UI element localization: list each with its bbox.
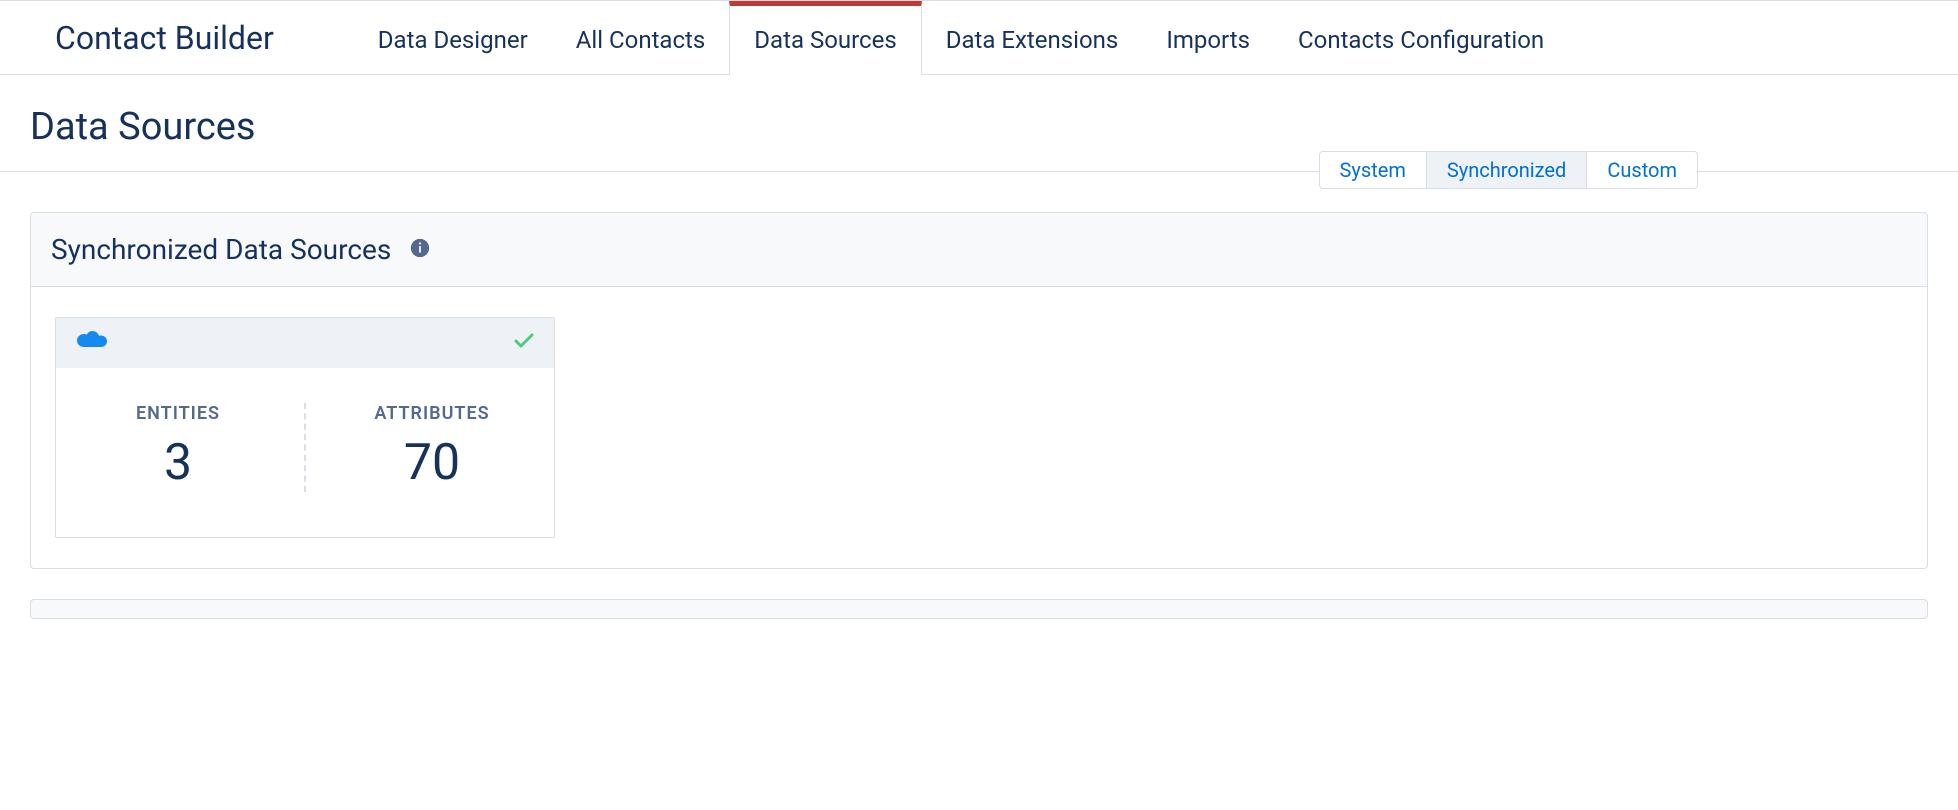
- subtab-label: System: [1340, 158, 1406, 182]
- stat-divider: [304, 403, 306, 492]
- nav-tabs: Data Designer All Contacts Data Sources …: [354, 1, 1568, 74]
- panel-title: Synchronized Data Sources: [51, 233, 391, 266]
- subtab-label: Custom: [1607, 158, 1677, 182]
- nav-tab-label: Imports: [1166, 26, 1250, 54]
- subtab-custom[interactable]: Custom: [1586, 152, 1697, 188]
- nav-tab-label: Data Designer: [378, 26, 528, 54]
- subtab-label: Synchronized: [1447, 158, 1566, 182]
- nav-tab-data-designer[interactable]: Data Designer: [354, 1, 552, 74]
- page-header: Data Sources System Synchronized Custom: [0, 75, 1958, 172]
- nav-tab-contacts-configuration[interactable]: Contacts Configuration: [1274, 1, 1568, 74]
- nav-tab-label: Contacts Configuration: [1298, 26, 1544, 54]
- nav-tab-label: Data Extensions: [946, 26, 1119, 54]
- lower-panel: [30, 599, 1928, 619]
- nav-tab-data-extensions[interactable]: Data Extensions: [922, 1, 1143, 74]
- salesforce-cloud-icon: [74, 329, 110, 357]
- attributes-label: ATTRIBUTES: [310, 403, 554, 424]
- sub-tabs: System Synchronized Custom: [1319, 151, 1698, 189]
- entities-label: ENTITIES: [56, 403, 300, 424]
- nav-tab-all-contacts[interactable]: All Contacts: [552, 1, 730, 74]
- top-nav-bar: Contact Builder Data Designer All Contac…: [0, 0, 1958, 75]
- info-icon[interactable]: [409, 237, 431, 263]
- page-title: Data Sources: [30, 105, 1958, 149]
- content-area: Synchronized Data Sources: [0, 172, 1958, 639]
- attributes-stat: ATTRIBUTES 70: [310, 403, 554, 492]
- entities-stat: ENTITIES 3: [56, 403, 300, 492]
- nav-tab-label: All Contacts: [576, 26, 706, 54]
- source-card-body: ENTITIES 3 ATTRIBUTES 70: [56, 368, 554, 537]
- check-icon: [512, 329, 536, 357]
- app-title: Contact Builder: [55, 19, 274, 57]
- nav-tab-label: Data Sources: [754, 26, 896, 54]
- panel-header: Synchronized Data Sources: [31, 213, 1927, 287]
- source-card-header: [56, 318, 554, 368]
- synchronized-panel: Synchronized Data Sources: [30, 212, 1928, 569]
- nav-tab-imports[interactable]: Imports: [1142, 1, 1274, 74]
- panel-body: ENTITIES 3 ATTRIBUTES 70: [31, 287, 1927, 568]
- nav-tab-data-sources[interactable]: Data Sources: [729, 1, 921, 75]
- entities-value: 3: [56, 434, 300, 492]
- data-source-card[interactable]: ENTITIES 3 ATTRIBUTES 70: [55, 317, 555, 538]
- subtab-system[interactable]: System: [1320, 152, 1426, 188]
- subtab-synchronized[interactable]: Synchronized: [1426, 152, 1586, 188]
- attributes-value: 70: [310, 434, 554, 492]
